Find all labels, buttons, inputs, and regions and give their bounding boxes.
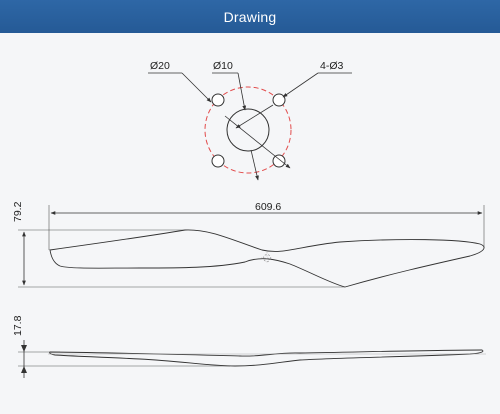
bolt-hole-top-left [211,93,225,107]
bore-leader-arrow [181,72,212,103]
side-view: 17.8 [12,315,486,378]
top-view: 609.6 79.2 [12,201,485,288]
window-title: Drawing [223,8,277,25]
bore-leader-tail [224,115,291,169]
chord-dimension-label: 79.2 [12,201,24,222]
blade-side-outline [49,349,484,367]
holes-leader-arrow [282,72,319,98]
span-dimension-label: 609.6 [255,201,281,213]
thickness-arrow-top [21,345,27,352]
bolt-hole-bottom-left [211,154,225,168]
holes-leader-tail [235,104,274,129]
hub-view: Ø20 Ø10 4-Ø3 [148,60,352,181]
drawing-canvas: Ø20 Ø10 4-Ø3 609.6 79.2 17.8 [0,33,500,414]
drawing-svg: Ø20 Ø10 4-Ø3 609.6 79.2 17.8 [12,60,486,378]
center-leader-arrow [237,72,247,111]
bore-dimension-label: Ø20 [150,60,170,72]
center-dimension-label: Ø10 [213,60,233,72]
thickness-dimension-label: 17.8 [12,315,24,336]
bolt-hole-bottom-right [272,154,286,168]
holes-dimension-label: 4-Ø3 [320,60,344,72]
bolt-hole-top-right [272,93,286,107]
window-title-bar: Drawing [0,0,500,33]
center-leader-tail [250,149,259,181]
drawing-window: Drawing Ø20 Ø10 4-Ø3 609.6 79.2 17.8 [0,0,500,414]
thickness-arrow-bottom [21,366,27,373]
center-bore [226,108,270,152]
